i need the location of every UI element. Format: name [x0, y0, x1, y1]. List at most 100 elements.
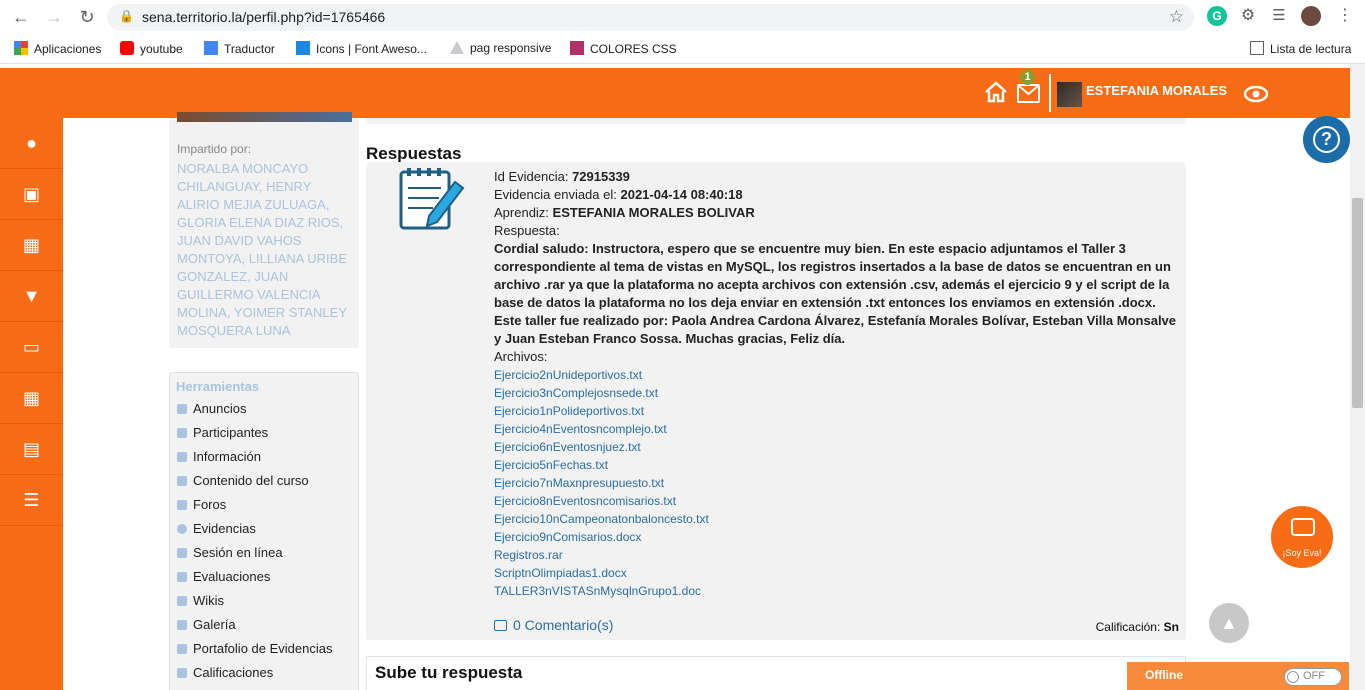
triangle-icon — [450, 41, 464, 54]
tool-evaluaciones[interactable]: Evaluaciones — [170, 565, 358, 589]
eye-icon[interactable] — [1243, 83, 1269, 105]
bookmark-label: youtube — [140, 42, 183, 56]
sidebar-item-list[interactable]: ▤ — [0, 424, 63, 475]
file-link[interactable]: Ejercicio5nFechas.txt — [494, 456, 1180, 474]
grade-label: Calificación: — [1095, 620, 1161, 634]
help-button[interactable]: ? — [1303, 116, 1350, 163]
tool-galeria[interactable]: Galería — [170, 613, 358, 637]
grammarly-icon[interactable]: G — [1207, 6, 1227, 26]
bookmark-apps[interactable]: Aplicaciones — [14, 41, 101, 56]
evidence-sent-date: Evidencia enviada el: 2021-04-14 08:40:1… — [494, 186, 1180, 204]
video-icon — [177, 548, 187, 558]
bookmark-responsive[interactable]: pag responsive — [450, 41, 551, 55]
tool-label: Galería — [193, 617, 236, 632]
bookmark-youtube[interactable]: youtube — [120, 41, 183, 56]
document-edit-icon — [399, 168, 467, 232]
sidebar-item-achievements[interactable]: ▼ — [0, 271, 63, 322]
tool-label: Portafolio de Evidencias — [193, 641, 333, 656]
field-label: Aprendiz: — [494, 205, 549, 220]
tool-portafolio[interactable]: Portafolio de Evidencias — [170, 637, 358, 661]
file-link[interactable]: Ejercicio10nCampeonatonbaloncesto.txt — [494, 510, 1180, 528]
file-link[interactable]: ScriptnOlimpiadas1.docx — [494, 564, 1180, 582]
reading-list-icon — [1250, 41, 1264, 55]
scroll-top-button[interactable]: ▲ — [1209, 603, 1249, 643]
sidebar-item-menu[interactable]: ☰ — [0, 475, 63, 526]
file-link[interactable]: Registros.rar — [494, 546, 1180, 564]
instructors-list[interactable]: NORALBA MONCAYO CHILANGUAY, HENRY ALIRIO… — [177, 160, 352, 340]
tool-label: Evidencias — [193, 521, 256, 536]
mail-icon[interactable] — [1017, 84, 1040, 103]
tool-contenido[interactable]: Contenido del curso — [170, 469, 358, 493]
tool-informacion[interactable]: Información — [170, 445, 358, 469]
checkbox-icon — [177, 668, 187, 678]
file-link[interactable]: Ejercicio9nComisarios.docx — [494, 528, 1180, 546]
navbar-divider — [1049, 74, 1051, 112]
bookmark-font-awesome[interactable]: Icons | Font Aweso... — [296, 41, 427, 56]
tool-anuncios[interactable]: Anuncios — [170, 397, 358, 421]
apps-grid-icon — [14, 41, 28, 55]
user-avatar[interactable] — [1057, 82, 1082, 107]
tool-label: Calificaciones — [193, 665, 274, 680]
file-link[interactable]: Ejercicio2nUnideportivos.txt — [494, 366, 1180, 384]
user-name[interactable]: ESTEFANIA MORALES — [1086, 83, 1227, 98]
bookmark-star-icon[interactable]: ☆ — [1169, 7, 1184, 27]
bookmark-colores[interactable]: COLORES CSS — [570, 41, 677, 56]
forward-icon[interactable]: → — [43, 6, 65, 28]
tool-evidencias[interactable]: Evidencias — [170, 517, 358, 541]
sidebar-item-schedule[interactable]: ▦ — [0, 373, 63, 424]
bookmark-label: pag responsive — [470, 41, 552, 55]
trophy-icon: ▼ — [22, 286, 41, 306]
chevron-up-icon: ▲ — [1220, 613, 1238, 633]
file-link[interactable]: TALLER3nVISTASnMysqlnGrupo1.doc — [494, 582, 1180, 600]
bookmark-label: Icons | Font Aweso... — [316, 42, 427, 56]
chat-status-bar[interactable]: Offline OFF — [1127, 662, 1349, 690]
bookmark-icon — [177, 596, 187, 606]
left-sidebar: ● ▣ ▦ ▼ ▭ ▦ ▤ ☰ — [0, 118, 63, 690]
file-link[interactable]: Ejercicio7nMaxnpresupuesto.txt — [494, 474, 1180, 492]
inbox-icon: ▭ — [22, 337, 40, 357]
eva-assistant-button[interactable]: ¡Soy Eva! — [1269, 504, 1335, 570]
response-card: Id Evidencia: 72915339 Evidencia enviada… — [366, 162, 1186, 640]
file-link[interactable]: Ejercicio4nEventosncomplejo.txt — [494, 420, 1180, 438]
tool-participantes[interactable]: Participantes — [170, 421, 358, 445]
tool-wikis[interactable]: Wikis — [170, 589, 358, 613]
sidebar-item-courses[interactable]: ▣ — [0, 169, 63, 220]
sidebar-item-profile[interactable]: ● — [0, 118, 63, 169]
file-link[interactable]: Ejercicio1nPolideportivos.txt — [494, 402, 1180, 420]
media-control-icon[interactable]: ☰ — [1269, 6, 1289, 26]
font-awesome-icon — [296, 41, 310, 55]
briefcase-icon: ▣ — [22, 184, 40, 204]
extensions-icon[interactable]: ⚙ — [1238, 6, 1258, 26]
course-info-column: Impartido por: NORALBA MONCAYO CHILANGUA… — [169, 112, 359, 690]
status-toggle[interactable]: OFF — [1284, 668, 1342, 686]
reload-icon[interactable]: ↻ — [76, 6, 98, 28]
grade-value: Sn — [1163, 620, 1179, 634]
instructors-box: Impartido por: NORALBA MONCAYO CHILANGUA… — [169, 112, 359, 348]
bookmark-label: Traductor — [224, 42, 275, 56]
comments-link[interactable]: 0 Comentario(s) — [494, 617, 613, 633]
browser-toolbar: ← → ↻ 🔒 sena.territorio.la/perfil.php?id… — [0, 0, 1365, 35]
file-link[interactable]: Ejercicio8nEventosncomisarios.txt — [494, 492, 1180, 510]
reading-list[interactable]: Lista de lectura — [1250, 41, 1351, 56]
eva-label: ¡Soy Eva! — [1282, 548, 1322, 558]
tool-label: Participantes — [193, 425, 269, 440]
tool-foros[interactable]: Foros — [170, 493, 358, 517]
home-icon[interactable] — [984, 80, 1008, 104]
reading-list-label: Lista de lectura — [1270, 42, 1352, 56]
file-link[interactable]: Ejercicio6nEventosnjuez.txt — [494, 438, 1180, 456]
toggle-label: OFF — [1303, 670, 1325, 682]
sidebar-item-inbox[interactable]: ▭ — [0, 322, 63, 373]
scrollbar-thumb[interactable] — [1352, 198, 1363, 408]
sidebar-item-calendar[interactable]: ▦ — [0, 220, 63, 271]
field-value: 72915339 — [572, 169, 630, 184]
file-link[interactable]: Ejercicio3nComplejosnsede.txt — [494, 384, 1180, 402]
answer-text: Cordial saludo: Instructora, espero que … — [494, 241, 1177, 346]
bookmarks-bar: Aplicaciones youtube Traductor Icons | F… — [0, 35, 1365, 64]
browser-menu-icon[interactable]: ⋮ — [1335, 6, 1355, 26]
bookmark-traductor[interactable]: Traductor — [204, 41, 275, 56]
tool-calificaciones[interactable]: Calificaciones — [170, 661, 358, 685]
tool-sesion[interactable]: Sesión en línea — [170, 541, 358, 565]
address-bar[interactable]: 🔒 sena.territorio.la/perfil.php?id=17654… — [107, 4, 1194, 31]
back-icon[interactable]: ← — [10, 6, 32, 28]
profile-avatar[interactable] — [1301, 6, 1321, 26]
